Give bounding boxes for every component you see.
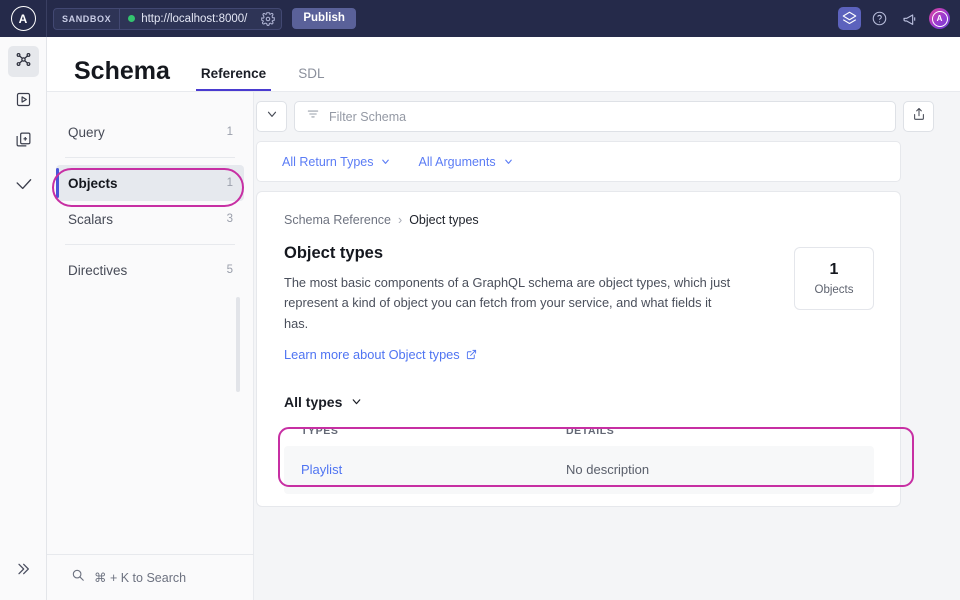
apollo-studio-sandbox: A SANDBOX http://localhost:8000/ Publish bbox=[0, 0, 960, 600]
chevron-down-icon bbox=[350, 395, 363, 408]
rail-item-checks[interactable] bbox=[8, 171, 39, 202]
section-text-block: Object types The most basic components o… bbox=[284, 245, 736, 362]
checkmark-icon bbox=[14, 175, 33, 199]
endpoint-url-text: http://localhost:8000/ bbox=[141, 13, 257, 25]
share-export-button[interactable] bbox=[903, 101, 934, 132]
objects-count-card: 1 Objects bbox=[794, 247, 874, 310]
help-circle-icon[interactable] bbox=[868, 7, 891, 30]
sidebar-item-count: 1 bbox=[227, 177, 233, 189]
endpoint-url-bar[interactable]: SANDBOX http://localhost:8000/ bbox=[53, 8, 282, 30]
rail-item-explorer[interactable] bbox=[8, 86, 39, 117]
column-header-types: TYPES bbox=[301, 425, 566, 437]
connection-status-dot bbox=[128, 15, 135, 22]
sidebar-item-directives[interactable]: Directives 5 bbox=[56, 252, 244, 288]
sandbox-badge: SANDBOX bbox=[54, 9, 120, 29]
collapse-all-button[interactable] bbox=[256, 101, 287, 132]
sidebar-item-scalars[interactable]: Scalars 3 bbox=[56, 201, 244, 237]
section-header: Object types The most basic components o… bbox=[284, 245, 874, 362]
filter-toolbar: Filter Schema bbox=[256, 101, 934, 132]
apollo-logo-icon: A bbox=[11, 6, 36, 31]
search-input[interactable]: Filter Schema bbox=[294, 101, 896, 132]
sidebar-item-label: Directives bbox=[68, 263, 227, 278]
chevron-down-icon bbox=[380, 156, 391, 167]
sidebar-search-bar[interactable]: ⌘ + K to Search bbox=[47, 554, 254, 600]
table-row[interactable]: Playlist No description bbox=[284, 446, 874, 494]
graph-nodes-icon bbox=[15, 51, 32, 73]
icon-rail bbox=[0, 37, 47, 600]
page-header: Schema Reference SDL bbox=[47, 37, 960, 92]
nav-divider bbox=[65, 157, 235, 158]
avatar[interactable]: A bbox=[929, 8, 950, 29]
sidebar-item-objects[interactable]: Objects 1 bbox=[56, 165, 244, 201]
all-types-toggle[interactable]: All types bbox=[284, 394, 874, 410]
schema-nav-list: Query 1 Objects 1 Scalars 3 Directives 5 bbox=[47, 92, 253, 288]
filter-pill-label: All Arguments bbox=[418, 155, 495, 169]
chevron-double-right-icon bbox=[15, 561, 31, 582]
types-table: TYPES DETAILS Playlist No description bbox=[284, 425, 874, 494]
breadcrumb-root[interactable]: Schema Reference bbox=[284, 213, 391, 227]
avatar-initial: A bbox=[932, 11, 948, 27]
filter-pills-row: All Return Types All Arguments bbox=[256, 141, 901, 182]
search-input-placeholder: Filter Schema bbox=[329, 110, 406, 124]
learn-more-label: Learn more about Object types bbox=[284, 347, 460, 362]
play-box-icon bbox=[15, 91, 32, 113]
filter-pill-label: All Return Types bbox=[282, 155, 373, 169]
megaphone-icon[interactable] bbox=[898, 7, 921, 30]
page-title: Schema bbox=[74, 59, 170, 84]
table-header-row: TYPES DETAILS bbox=[284, 425, 874, 437]
search-hint-text: ⌘ + K to Search bbox=[94, 570, 186, 585]
external-link-icon bbox=[466, 349, 477, 360]
object-types-card: Schema Reference › Object types Object t… bbox=[256, 191, 901, 507]
tab-reference[interactable]: Reference bbox=[196, 67, 271, 92]
apollo-logo-wrapper[interactable]: A bbox=[0, 0, 47, 37]
content-area: Filter Schema All Return Types bbox=[254, 92, 960, 600]
top-bar: A SANDBOX http://localhost:8000/ Publish bbox=[0, 0, 960, 37]
gear-icon[interactable] bbox=[257, 8, 279, 30]
breadcrumb: Schema Reference › Object types bbox=[284, 213, 874, 227]
breadcrumb-current: Object types bbox=[409, 213, 478, 227]
breadcrumb-separator: › bbox=[398, 213, 402, 227]
filter-lines-icon bbox=[306, 107, 320, 126]
sidebar-item-count: 1 bbox=[227, 126, 233, 138]
schema-nav-column: Query 1 Objects 1 Scalars 3 Directives 5 bbox=[47, 92, 254, 600]
layers-icon[interactable] bbox=[838, 7, 861, 30]
chevron-down-icon bbox=[265, 107, 279, 126]
section-title: Object types bbox=[284, 245, 736, 262]
nav-divider bbox=[65, 244, 235, 245]
tab-bar: Reference SDL bbox=[196, 37, 352, 91]
sidebar-item-label: Objects bbox=[68, 176, 227, 191]
sidebar-scrollbar[interactable] bbox=[236, 297, 240, 392]
rail-expand-button[interactable] bbox=[8, 556, 39, 587]
sidebar-item-query[interactable]: Query 1 bbox=[56, 114, 244, 150]
copy-documents-icon bbox=[15, 131, 32, 153]
objects-count-label: Objects bbox=[815, 284, 854, 296]
all-types-label: All types bbox=[284, 394, 342, 410]
sidebar-item-label: Scalars bbox=[68, 212, 227, 227]
learn-more-link[interactable]: Learn more about Object types bbox=[284, 347, 736, 362]
column-header-details: DETAILS bbox=[566, 425, 614, 437]
filter-return-types-dropdown[interactable]: All Return Types bbox=[282, 155, 391, 169]
share-export-icon bbox=[912, 107, 926, 126]
sidebar-item-label: Query bbox=[68, 125, 227, 140]
tab-sdl[interactable]: SDL bbox=[293, 67, 329, 92]
section-description: The most basic components of a GraphQL s… bbox=[284, 273, 736, 335]
filter-arguments-dropdown[interactable]: All Arguments bbox=[418, 155, 513, 169]
sidebar-item-count: 3 bbox=[227, 213, 233, 225]
type-name-link[interactable]: Playlist bbox=[301, 462, 566, 477]
publish-button[interactable]: Publish bbox=[292, 8, 356, 30]
sidebar-item-count: 5 bbox=[227, 264, 233, 276]
type-details-text: No description bbox=[566, 462, 649, 477]
objects-count-value: 1 bbox=[830, 261, 839, 279]
magnifier-icon bbox=[71, 568, 85, 587]
chevron-down-icon bbox=[503, 156, 514, 167]
rail-item-operations[interactable] bbox=[8, 126, 39, 157]
rail-item-schema[interactable] bbox=[8, 46, 39, 77]
